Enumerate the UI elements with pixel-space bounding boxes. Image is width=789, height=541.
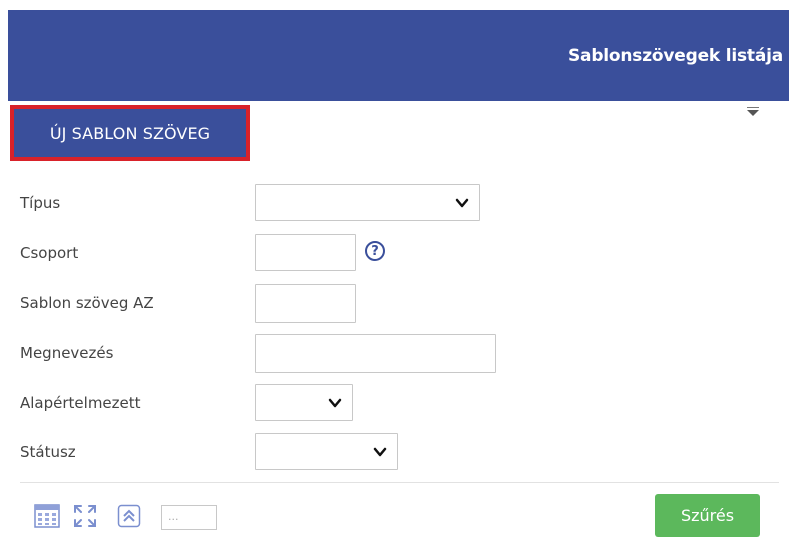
statusz-label: Státusz — [20, 443, 76, 461]
new-template-button[interactable]: ÚJ SABLON SZÖVEG — [10, 105, 250, 161]
alapertelmezett-label: Alapértelmezett — [20, 394, 141, 412]
question-circle-icon[interactable]: ? — [365, 241, 385, 261]
page-size-input[interactable]: ... — [161, 505, 217, 530]
sablon-az-label: Sablon szöveg AZ — [20, 294, 154, 312]
header-bar: Sablonszövegek listája — [8, 10, 789, 101]
collapse-toggle-icon[interactable] — [747, 107, 759, 116]
expand-icon[interactable] — [72, 503, 98, 529]
csoport-input[interactable] — [255, 234, 356, 271]
megnevezes-input[interactable] — [255, 334, 496, 373]
filter-button[interactable]: Szűrés — [655, 494, 760, 537]
alapertelmezett-select[interactable] — [255, 384, 353, 421]
sablon-az-input[interactable] — [255, 284, 356, 323]
tipus-label: Típus — [20, 194, 61, 212]
divider — [20, 482, 779, 483]
scroll-top-icon[interactable] — [117, 504, 141, 528]
chevron-down-icon — [373, 447, 387, 456]
tipus-select[interactable] — [255, 184, 480, 221]
csoport-label: Csoport — [20, 244, 79, 262]
calendar-grid-icon[interactable] — [34, 504, 60, 528]
megnevezes-label: Megnevezés — [20, 344, 114, 362]
statusz-select[interactable] — [255, 433, 398, 470]
chevron-down-icon — [328, 398, 342, 407]
page-title: Sablonszövegek listája — [568, 46, 783, 66]
chevron-down-icon — [455, 198, 469, 207]
